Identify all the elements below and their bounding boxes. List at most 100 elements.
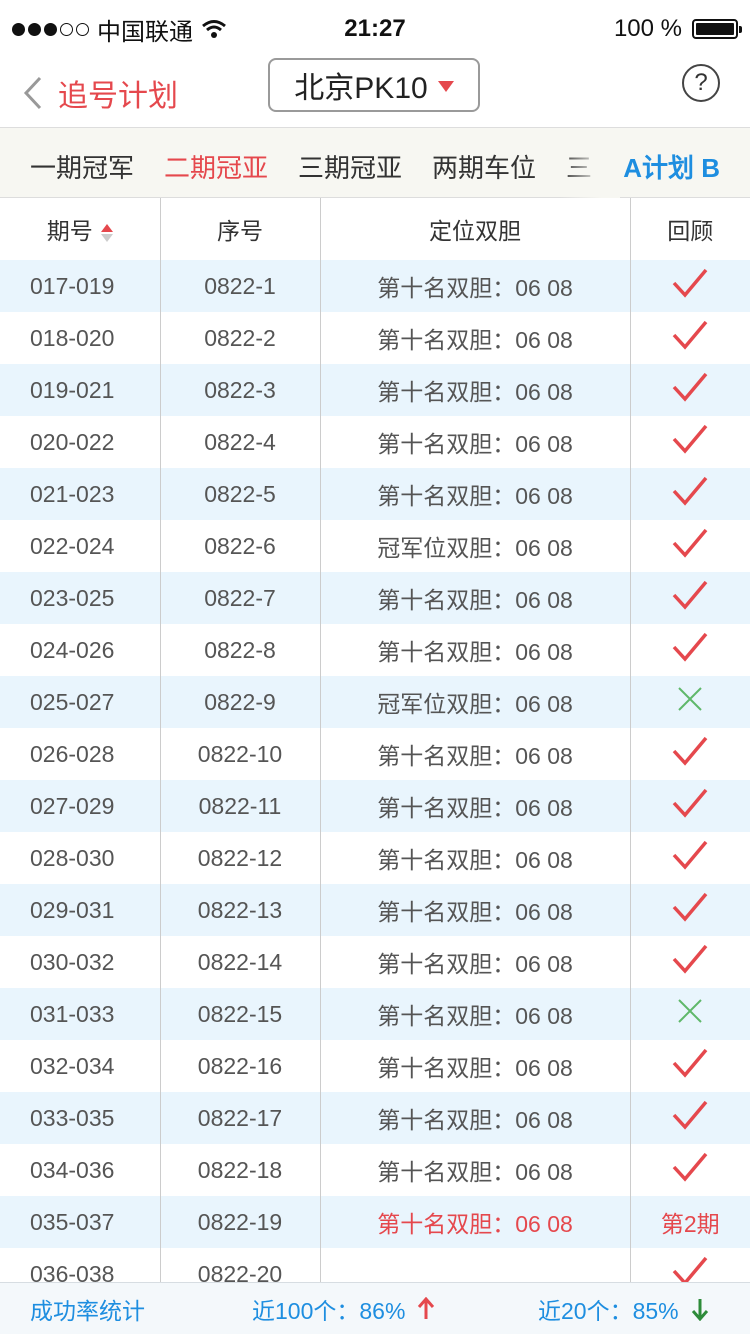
cell-result <box>630 988 750 1040</box>
check-icon <box>672 736 708 766</box>
cell-seq: 0822-4 <box>160 416 321 468</box>
table-row: 019-021 0822-3 第十名双胆：06 08 <box>0 364 750 416</box>
cell-seq: 0822-18 <box>160 1144 321 1196</box>
cell-seq: 0822-2 <box>160 312 321 364</box>
cell-period: 025-027 <box>0 676 161 728</box>
sort-icon <box>100 223 113 242</box>
cell-result <box>630 624 750 676</box>
table-row: 028-030 0822-12 第十名双胆：06 08 <box>0 832 750 884</box>
cell-seq: 0822-13 <box>160 884 321 936</box>
table-row: 018-020 0822-2 第十名双胆：06 08 <box>0 312 750 364</box>
cell-result <box>630 312 750 364</box>
cell-period: 018-020 <box>0 312 161 364</box>
cell-period: 020-022 <box>0 416 161 468</box>
cell-period: 022-024 <box>0 520 161 572</box>
check-icon <box>672 840 708 870</box>
cell-seq: 0822-14 <box>160 936 321 988</box>
recent20-rate: 近20个：85% <box>538 1297 679 1324</box>
dropdown-arrow-icon <box>437 80 454 92</box>
tab-item[interactable]: 二期冠亚 <box>164 148 268 185</box>
cell-pick: 第十名双胆：06 08 <box>320 468 631 520</box>
cross-icon <box>678 687 702 711</box>
table-row: 026-028 0822-10 第十名双胆：06 08 <box>0 728 750 780</box>
wifi-icon <box>202 20 226 38</box>
cell-period: 029-031 <box>0 884 161 936</box>
plan-table: 期号 序号 定位双胆 回顾 017-019 0822-1 第十名双胆：06 08 01… <box>0 198 750 1300</box>
cell-pick: 第十名双胆：06 08 <box>320 780 631 832</box>
cell-period: 033-035 <box>0 1092 161 1144</box>
tab-fade <box>560 128 620 198</box>
cell-seq: 0822-6 <box>160 520 321 572</box>
cell-pick: 第十名双胆：06 08 <box>320 364 631 416</box>
table-row: 035-037 0822-19 第十名双胆：06 08 第2期 <box>0 1196 750 1248</box>
cell-pick: 第十名双胆：06 08 <box>320 1040 631 1092</box>
cell-pick: 第十名双胆：06 08 <box>320 936 631 988</box>
cell-pick: 第十名双胆：06 08 <box>320 1196 631 1248</box>
check-icon <box>672 268 708 298</box>
cell-seq: 0822-16 <box>160 1040 321 1092</box>
check-icon <box>672 1048 708 1078</box>
header-review: 回顾 <box>630 198 750 260</box>
cell-result <box>630 260 750 312</box>
cell-pick: 第十名双胆：06 08 <box>320 572 631 624</box>
lottery-selector[interactable]: 北京PK10 <box>268 58 480 112</box>
cell-result <box>630 416 750 468</box>
header-period[interactable]: 期号 <box>0 198 161 260</box>
status-bar: 中国联通 21:27 100 % <box>0 0 750 58</box>
cell-pick: 第十名双胆：06 08 <box>320 884 631 936</box>
cell-seq: 0822-19 <box>160 1196 321 1248</box>
check-icon <box>672 944 708 974</box>
cell-period: 024-026 <box>0 624 161 676</box>
check-icon <box>672 788 708 818</box>
cell-seq: 0822-7 <box>160 572 321 624</box>
cell-result: 第2期 <box>630 1196 750 1248</box>
cell-pick: 第十名双胆：06 08 <box>320 260 631 312</box>
table-header: 期号 序号 定位双胆 回顾 <box>0 198 750 260</box>
tab-bar: 一期冠军 二期冠亚 三期冠亚 两期车位 三 A计划 B <box>0 128 750 198</box>
cell-period: 034-036 <box>0 1144 161 1196</box>
help-icon[interactable]: ? <box>682 64 720 102</box>
cell-result <box>630 1144 750 1196</box>
cell-period: 023-025 <box>0 572 161 624</box>
cell-result <box>630 780 750 832</box>
cell-period: 031-033 <box>0 988 161 1040</box>
nav-bar: 追号计划 北京PK10 ? <box>0 58 750 128</box>
cell-seq: 0822-11 <box>160 780 321 832</box>
cell-period: 017-019 <box>0 260 161 312</box>
cell-result <box>630 832 750 884</box>
cell-seq: 0822-10 <box>160 728 321 780</box>
cell-period: 027-029 <box>0 780 161 832</box>
stats-link[interactable]: 成功率统计 <box>30 1292 145 1326</box>
cell-period: 032-034 <box>0 1040 161 1092</box>
table-row: 031-033 0822-15 第十名双胆：06 08 <box>0 988 750 1040</box>
cell-seq: 0822-17 <box>160 1092 321 1144</box>
back-button[interactable]: 追号计划 <box>22 66 178 120</box>
arrow-up-icon <box>418 1296 435 1319</box>
arrow-down-icon <box>691 1298 708 1321</box>
cell-seq: 0822-12 <box>160 832 321 884</box>
cell-pick: 第十名双胆：06 08 <box>320 312 631 364</box>
cell-pick: 冠军位双胆：06 08 <box>320 520 631 572</box>
table-row: 029-031 0822-13 第十名双胆：06 08 <box>0 884 750 936</box>
cell-seq: 0822-5 <box>160 468 321 520</box>
plan-toggle[interactable]: A计划 B <box>613 148 720 185</box>
cross-icon <box>678 999 702 1023</box>
stats-footer: 成功率统计 近100个：86% 近20个：85% <box>0 1282 750 1334</box>
table-row: 022-024 0822-6 冠军位双胆：06 08 <box>0 520 750 572</box>
tab-item[interactable]: 两期车位 <box>432 148 536 185</box>
cell-result <box>630 468 750 520</box>
tab-item[interactable]: 一期冠军 <box>30 148 134 185</box>
table-row: 021-023 0822-5 第十名双胆：06 08 <box>0 468 750 520</box>
cell-pick: 第十名双胆：06 08 <box>320 988 631 1040</box>
cell-seq: 0822-1 <box>160 260 321 312</box>
cell-period: 035-037 <box>0 1196 161 1248</box>
table-row: 033-035 0822-17 第十名双胆：06 08 <box>0 1092 750 1144</box>
cell-period: 019-021 <box>0 364 161 416</box>
page-title: 追号计划 <box>58 80 178 113</box>
tab-item[interactable]: 三期冠亚 <box>298 148 402 185</box>
table-row: 030-032 0822-14 第十名双胆：06 08 <box>0 936 750 988</box>
selector-label: 北京PK10 <box>294 72 428 105</box>
battery-icon <box>692 19 742 39</box>
cell-result <box>630 1092 750 1144</box>
cell-period: 030-032 <box>0 936 161 988</box>
